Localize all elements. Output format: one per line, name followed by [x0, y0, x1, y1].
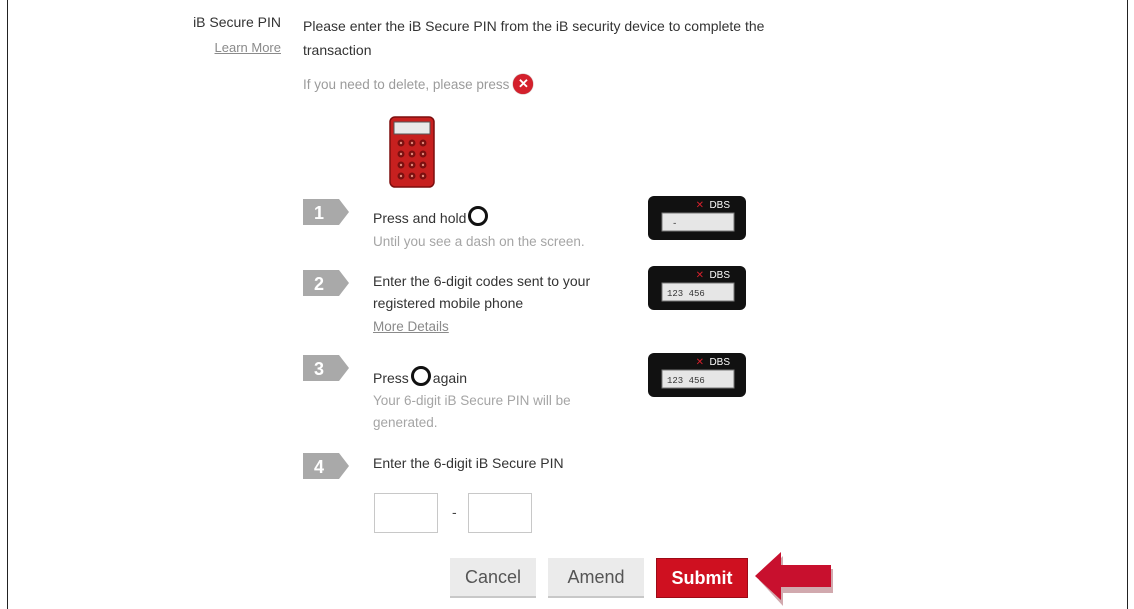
- step-4-title: Enter the 6-digit iB Secure PIN: [373, 455, 564, 471]
- x-circle-icon: ✕: [513, 74, 534, 94]
- pin-instruction: Please enter the iB Secure PIN from the …: [303, 18, 765, 58]
- pin-separator: -: [452, 504, 457, 520]
- ring-button-icon: [410, 366, 431, 386]
- token-2-brand: DBS: [709, 270, 730, 281]
- step-1-subtitle: Until you see a dash on the screen.: [373, 234, 585, 249]
- step-1-badge: 1: [303, 199, 349, 225]
- pin-label: iB Secure PIN: [193, 14, 281, 30]
- step-2-title: Enter the 6-digit codes sent to your reg…: [373, 273, 591, 311]
- step-3-title: Press again: [373, 366, 467, 389]
- delete-note: If you need to delete, please press ✕: [303, 74, 534, 94]
- step-4-badge: 4: [303, 453, 349, 479]
- token-display-2: DBS ✕ 123 456: [648, 266, 746, 310]
- svg-text:✕: ✕: [696, 270, 704, 281]
- step-3-title-before: Press: [373, 370, 409, 386]
- more-details-link[interactable]: More Details: [373, 319, 449, 334]
- token-3-display: 123 456: [667, 376, 705, 386]
- step-2-number: 2: [314, 274, 324, 294]
- amend-button[interactable]: Amend: [548, 558, 644, 598]
- submit-button[interactable]: Submit: [656, 558, 748, 598]
- step-1-title-text: Press and hold: [373, 210, 467, 226]
- pin-input-first[interactable]: [374, 493, 438, 533]
- token-3-brand: DBS: [709, 357, 730, 368]
- step-4-number: 4: [314, 457, 324, 477]
- step-3-number: 3: [314, 359, 324, 379]
- step-1-title: Press and hold: [373, 206, 490, 229]
- step-3-badge: 3: [303, 355, 349, 381]
- ring-button-icon: [468, 206, 489, 226]
- left-arrow-icon: [755, 552, 833, 606]
- svg-text:✕: ✕: [696, 357, 704, 368]
- token-1-brand: DBS: [709, 200, 730, 211]
- token-2-display: 123 456: [667, 289, 705, 299]
- step-3-title-after: again: [432, 370, 468, 386]
- token-1-display: -: [672, 219, 677, 229]
- step-1-number: 1: [314, 203, 324, 223]
- delete-note-text: If you need to delete, please press: [303, 76, 510, 92]
- learn-more-link[interactable]: Learn More: [173, 40, 281, 55]
- token-display-1: DBS ✕ -: [648, 196, 746, 240]
- cancel-button[interactable]: Cancel: [450, 558, 536, 598]
- svg-text:✕: ✕: [696, 200, 704, 211]
- pin-input-second[interactable]: [468, 493, 532, 533]
- security-device-icon: [389, 116, 435, 188]
- step-3-subtitle: Your 6-digit iB Secure PIN will be gener…: [373, 393, 571, 430]
- token-display-3: DBS ✕ 123 456: [648, 353, 746, 397]
- step-2-badge: 2: [303, 270, 349, 296]
